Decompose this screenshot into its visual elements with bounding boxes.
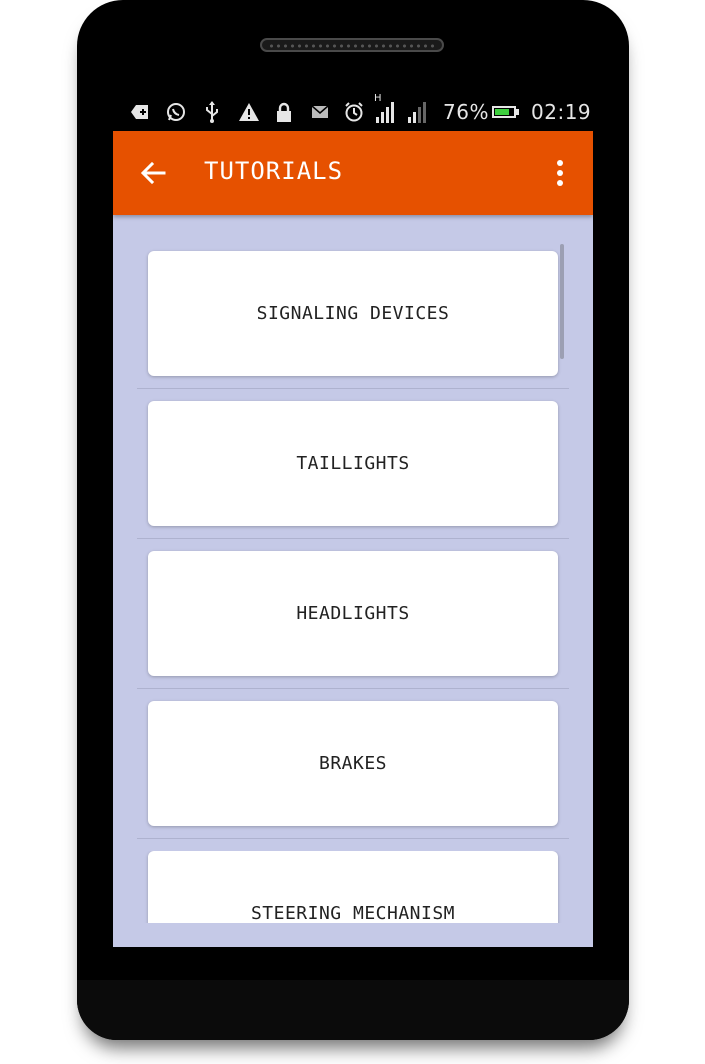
speaker-grill <box>260 38 444 52</box>
tutorial-card-label: TAILLIGHTS <box>296 453 410 474</box>
battery-tip <box>516 109 519 115</box>
list-item[interactable]: HEADLIGHTS <box>137 551 569 701</box>
app-screen: TUTORIALS SIGNALING DEVICES TAILLIGHTS H… <box>113 131 593 947</box>
add-notification-icon <box>129 102 151 122</box>
more-vert-icon <box>557 160 563 166</box>
tutorial-card[interactable]: HEADLIGHTS <box>148 551 558 676</box>
list-item[interactable]: STEERING MECHANISM <box>137 851 569 923</box>
list-divider <box>137 538 569 539</box>
tutorial-card[interactable]: TAILLIGHTS <box>148 401 558 526</box>
tutorial-card-label: HEADLIGHTS <box>296 603 410 624</box>
more-options-button[interactable] <box>543 153 577 193</box>
battery-icon <box>492 106 516 118</box>
signal-icon <box>376 101 398 123</box>
list-divider <box>137 388 569 389</box>
tutorial-card[interactable]: SIGNALING DEVICES <box>148 251 558 376</box>
tutorial-card-label: SIGNALING DEVICES <box>256 303 450 324</box>
tutorial-card-label: BRAKES <box>318 753 388 774</box>
list-item[interactable]: BRAKES <box>137 701 569 851</box>
arrow-left-icon <box>140 161 166 185</box>
tutorial-card[interactable]: STEERING MECHANISM <box>148 851 558 923</box>
list-item[interactable]: SIGNALING DEVICES <box>137 251 569 401</box>
list-divider <box>137 838 569 839</box>
phone-frame: H 76% 02:19 TUTORIALS SIGNALING DEVICES … <box>77 0 629 1040</box>
battery-percent: 76% <box>443 100 489 124</box>
tutorial-card-label: STEERING MECHANISM <box>250 903 456 923</box>
back-button[interactable] <box>133 153 173 193</box>
list-divider <box>137 688 569 689</box>
clock-time: 02:19 <box>531 100 592 124</box>
page-title: TUTORIALS <box>204 157 344 185</box>
app-toolbar: TUTORIALS <box>113 131 593 215</box>
tutorial-list[interactable]: SIGNALING DEVICES TAILLIGHTS HEADLIGHTS … <box>113 215 593 947</box>
scrollbar[interactable] <box>560 244 564 359</box>
signal-icon <box>408 101 430 123</box>
tutorial-card[interactable]: BRAKES <box>148 701 558 826</box>
status-bar: H 76% 02:19 <box>113 93 593 128</box>
mail-icon <box>309 102 331 122</box>
usb-icon <box>203 101 221 123</box>
phone-chin <box>77 980 629 1040</box>
lock-icon <box>275 102 293 122</box>
whatsapp-icon <box>165 102 187 122</box>
warning-icon <box>237 102 261 122</box>
alarm-icon <box>343 102 365 122</box>
list-item[interactable]: TAILLIGHTS <box>137 401 569 551</box>
